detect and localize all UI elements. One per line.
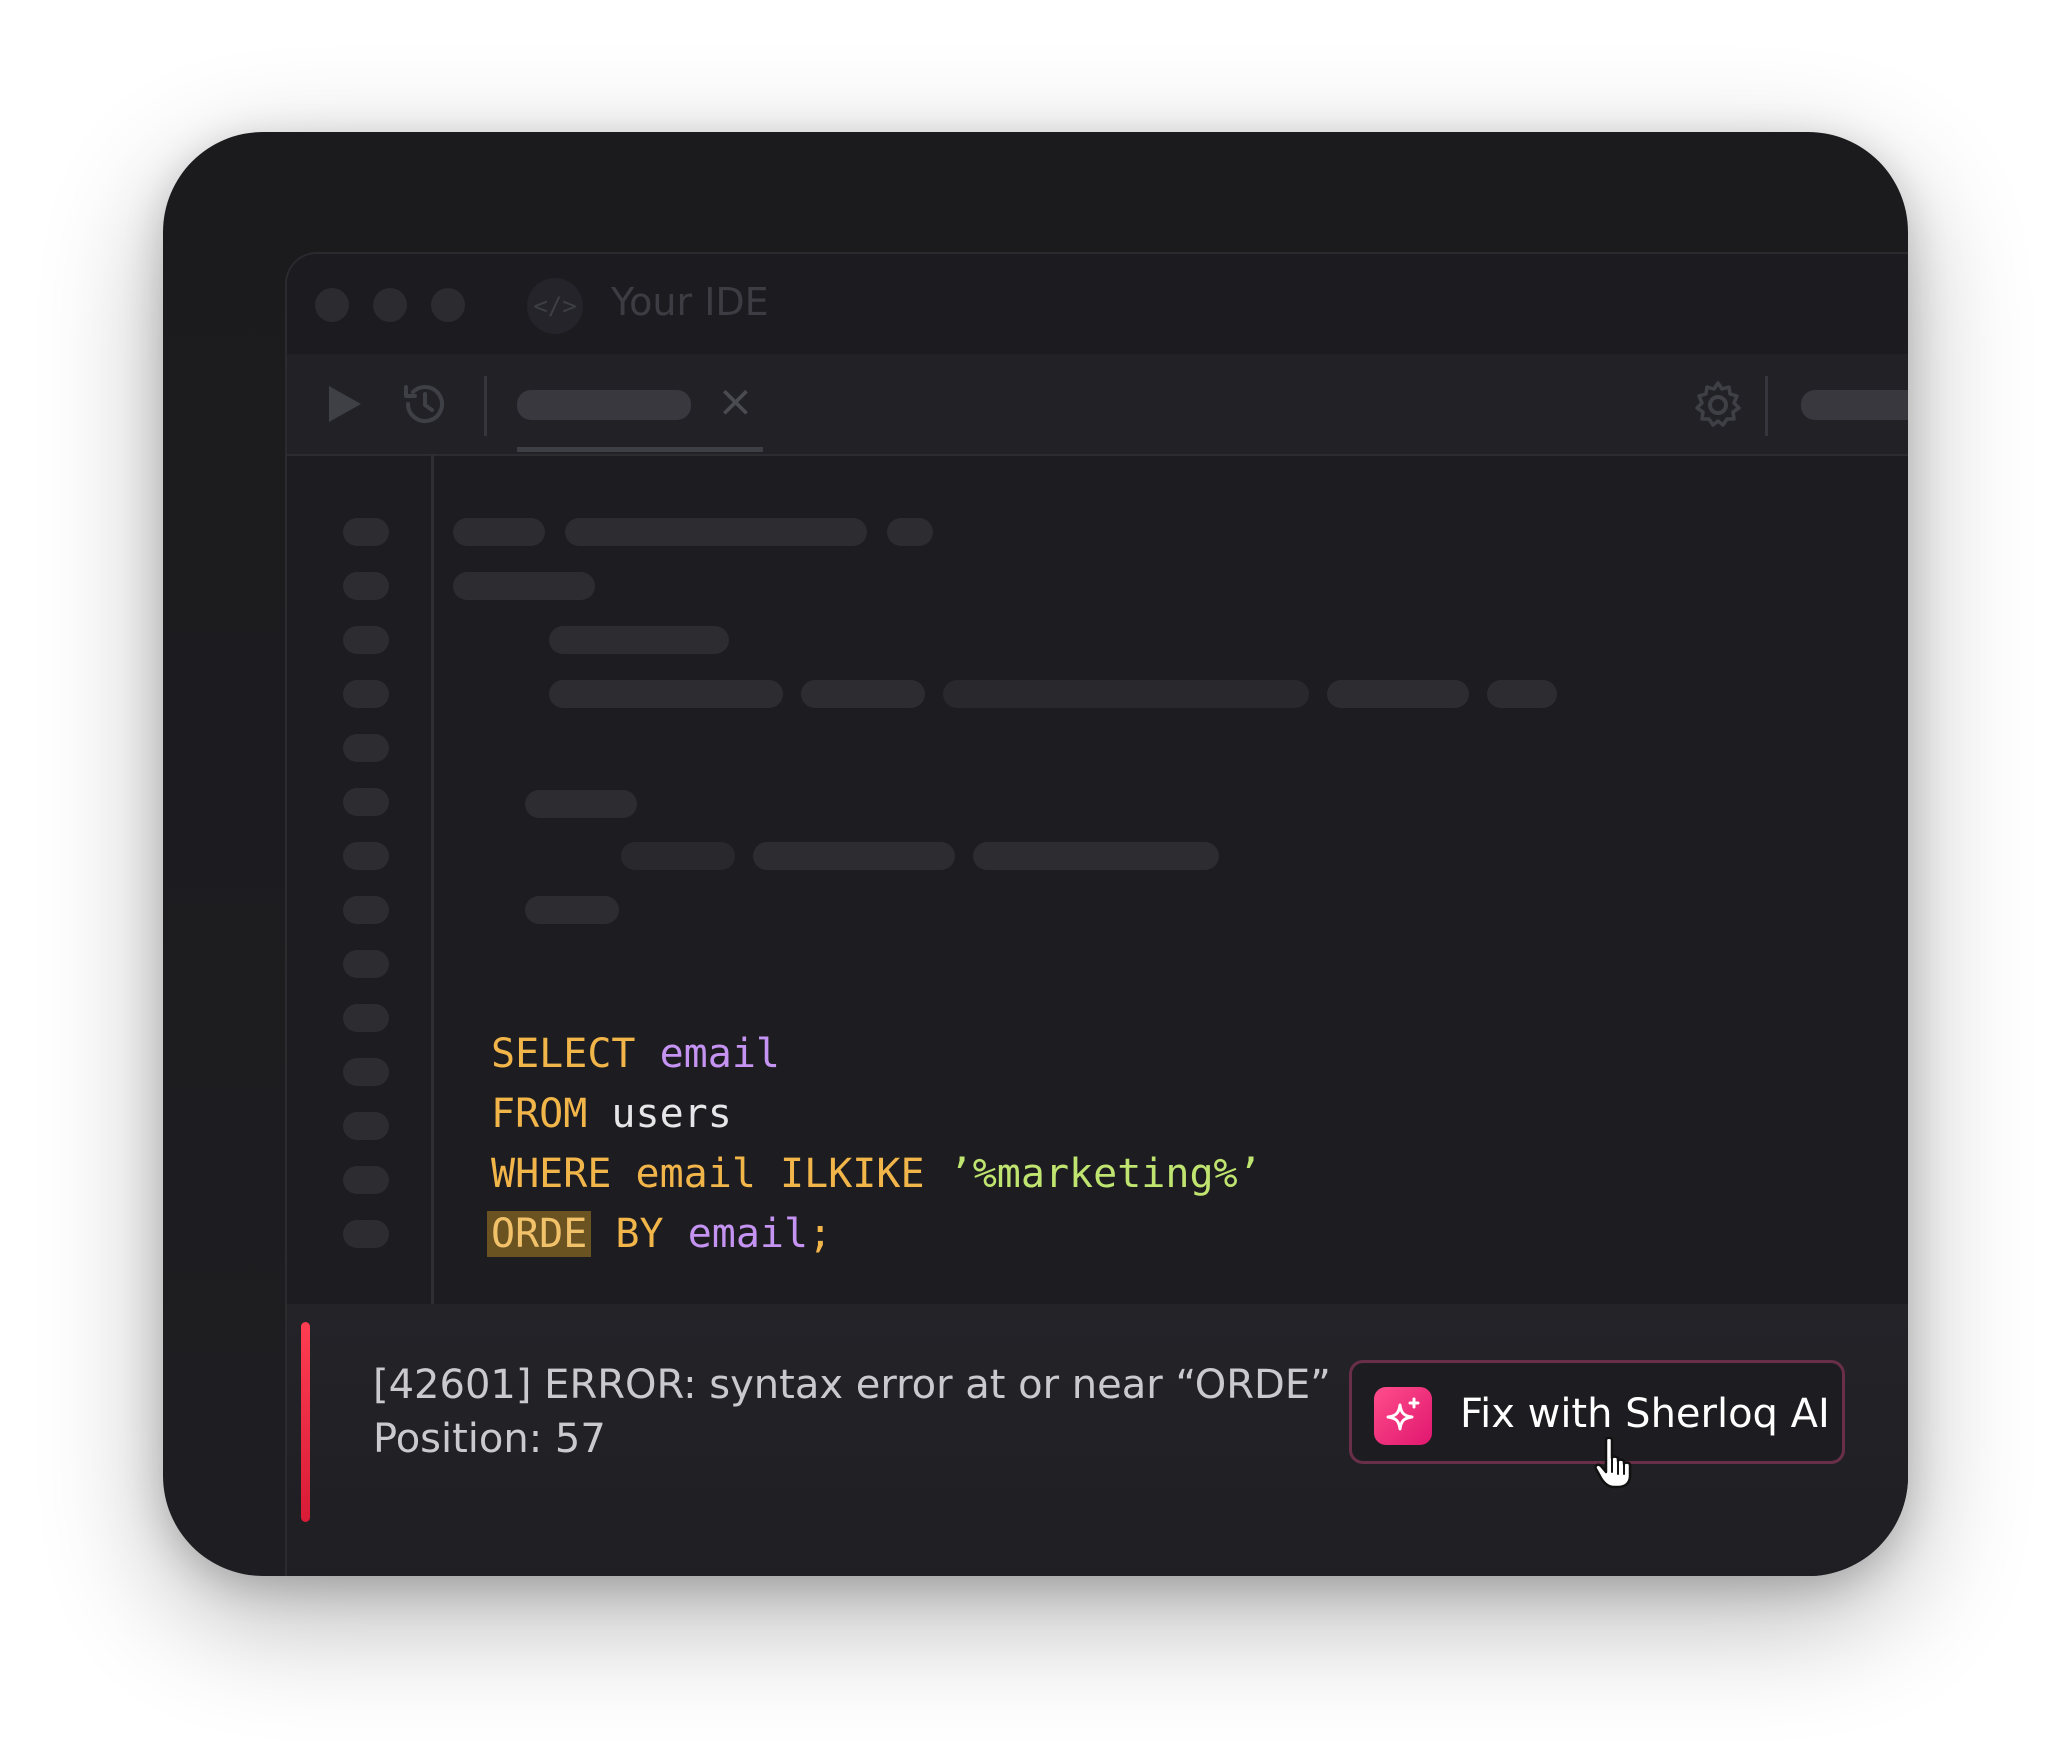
code-placeholder [621, 842, 735, 870]
line-number [343, 1058, 389, 1086]
code-placeholder [549, 680, 783, 708]
line-number [343, 1004, 389, 1032]
code-token: email [687, 1211, 809, 1257]
code-token: ; [808, 1211, 833, 1257]
code-token: ILKIKE [780, 1151, 925, 1197]
window-close-dot[interactable] [315, 288, 349, 322]
code-token: email [635, 1151, 756, 1197]
ide-card: </> Your IDE × SELECT email FROM users W… [163, 132, 1908, 1576]
code-token: email [659, 1031, 781, 1077]
tab-query[interactable]: × [517, 354, 763, 454]
line-number [343, 950, 389, 978]
toolbar-divider [484, 376, 487, 436]
code-placeholder [1487, 680, 1557, 708]
error-message: [42601] ERROR: syntax error at or near “… [373, 1362, 1331, 1408]
code-placeholder [1327, 680, 1469, 708]
gear-icon [1695, 381, 1741, 427]
line-number [343, 734, 389, 762]
line-number [343, 1112, 389, 1140]
history-button[interactable] [397, 376, 453, 432]
code-token: ’%marketing%’ [948, 1151, 1262, 1197]
code-token: BY [615, 1211, 664, 1257]
code-placeholder [453, 572, 595, 600]
tab-close-icon[interactable]: × [717, 376, 754, 427]
ide-window: </> Your IDE × SELECT email FROM users W… [285, 252, 1908, 1576]
code-icon: </> [527, 278, 583, 334]
run-button[interactable] [321, 380, 369, 428]
error-text: [42601] ERROR: syntax error at or near “… [373, 1358, 1331, 1466]
toolbar-button-placeholder[interactable] [1801, 390, 1908, 420]
code-placeholder [887, 518, 933, 546]
code-placeholder [525, 896, 619, 924]
gutter-divider [431, 454, 434, 1304]
code-placeholder [565, 518, 867, 546]
tab-active-underline [517, 447, 763, 452]
code-placeholder [801, 680, 925, 708]
line-number [343, 572, 389, 600]
code-token: WHERE [491, 1151, 612, 1197]
settings-button[interactable] [1691, 378, 1745, 432]
code-line[interactable]: SELECT email [491, 1024, 1262, 1084]
window-title: Your IDE [611, 280, 769, 324]
code-placeholder [549, 626, 729, 654]
code-line[interactable]: ORDE BY email; [487, 1204, 1262, 1264]
syntax-error-token: ORDE [487, 1211, 592, 1257]
code-token: users [587, 1091, 732, 1137]
history-icon [404, 385, 444, 424]
error-panel: [42601] ERROR: syntax error at or near “… [287, 1304, 1908, 1576]
line-number [343, 1220, 389, 1248]
code-placeholder [973, 842, 1219, 870]
code-token: SELECT [491, 1031, 636, 1077]
window-minimize-dot[interactable] [373, 288, 407, 322]
sparkle-icon [1374, 1387, 1432, 1445]
code-line[interactable]: WHERE email ILKIKE ’%marketing%’ [491, 1144, 1262, 1204]
line-number [343, 1166, 389, 1194]
code-placeholder [753, 842, 955, 870]
error-indicator-bar [301, 1322, 310, 1522]
play-icon [329, 386, 361, 422]
code-token: FROM [491, 1091, 588, 1137]
hand-cursor-icon [1594, 1436, 1632, 1489]
fix-button-label: Fix with Sherloq AI [1460, 1391, 1830, 1437]
line-number [343, 896, 389, 924]
line-number [343, 842, 389, 870]
toolbar: × [287, 354, 1908, 456]
sql-editor[interactable]: SELECT email FROM users WHERE email ILKIKE… [487, 1024, 1262, 1264]
line-number [343, 518, 389, 546]
code-placeholder [943, 680, 1309, 708]
line-number [343, 626, 389, 654]
code-line[interactable]: FROM users [491, 1084, 1262, 1144]
title-bar: </> Your IDE [287, 254, 1908, 354]
line-number [343, 788, 389, 816]
tab-label-placeholder [517, 390, 691, 420]
code-placeholder [453, 518, 545, 546]
toolbar-divider-right [1765, 376, 1768, 436]
line-number [343, 680, 389, 708]
window-maximize-dot[interactable] [431, 288, 465, 322]
error-position: Position: 57 [373, 1416, 606, 1462]
code-placeholder [525, 790, 637, 818]
